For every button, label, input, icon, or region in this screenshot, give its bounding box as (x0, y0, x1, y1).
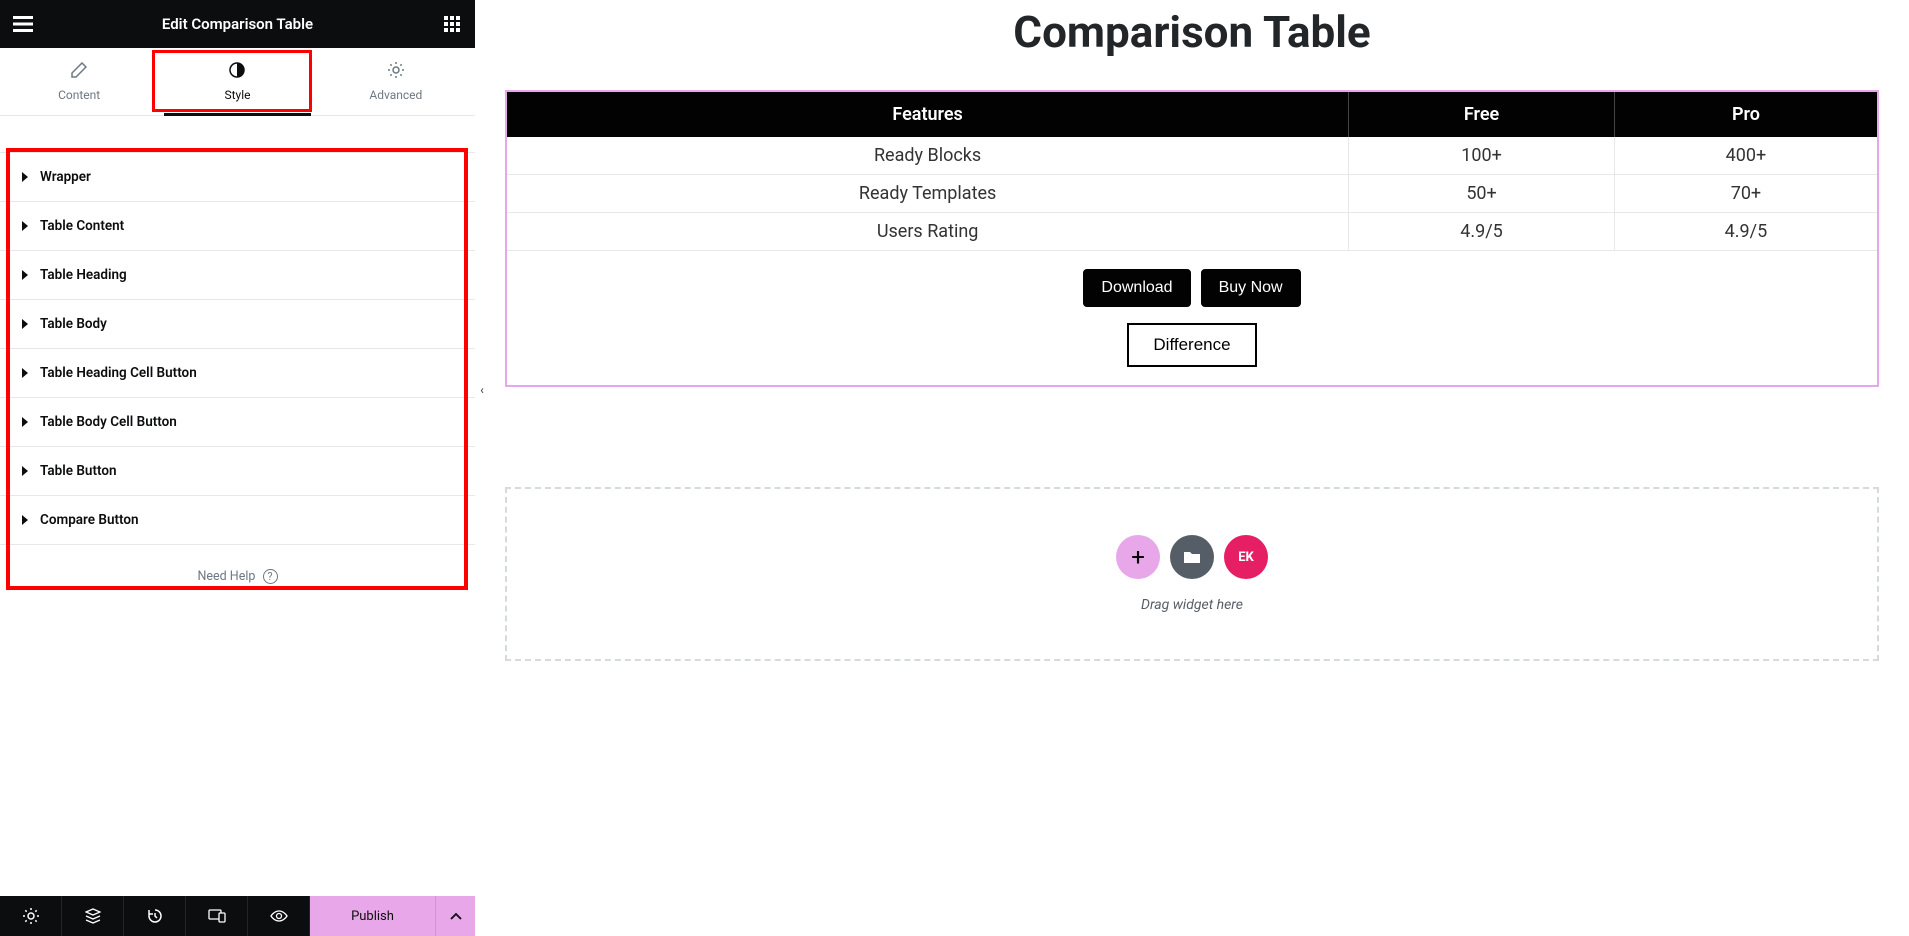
section-table-content[interactable]: Table Content (0, 202, 475, 251)
add-section-button[interactable]: + (1116, 535, 1160, 579)
responsive-button[interactable] (186, 896, 248, 936)
section-label: Table Heading (40, 267, 127, 283)
tab-style[interactable]: Style (158, 48, 316, 115)
section-label: Table Content (40, 218, 124, 234)
section-table-body[interactable]: Table Body (0, 300, 475, 349)
section-compare-button[interactable]: Compare Button (0, 496, 475, 545)
help-text: Need Help (197, 569, 255, 584)
cell-pro: 70+ (1614, 175, 1877, 213)
publish-button[interactable]: Publish (310, 896, 435, 936)
caret-right-icon (22, 270, 28, 280)
tab-advanced[interactable]: Advanced (317, 48, 475, 115)
table-row: Users Rating 4.9/5 4.9/5 (507, 213, 1877, 251)
buy-now-button[interactable]: Buy Now (1201, 269, 1301, 307)
cell-pro: 400+ (1614, 137, 1877, 175)
template-library-button[interactable] (1170, 535, 1214, 579)
sections-panel: Wrapper Table Content Table Heading Tabl… (0, 116, 475, 896)
caret-right-icon (22, 466, 28, 476)
cell-pro: 4.9/5 (1614, 213, 1877, 251)
section-label: Table Body Cell Button (40, 414, 177, 430)
section-table-body-cell-button[interactable]: Table Body Cell Button (0, 398, 475, 447)
section-label: Table Heading Cell Button (40, 365, 197, 381)
caret-right-icon (22, 319, 28, 329)
tab-label: Advanced (369, 88, 422, 102)
tab-label: Style (224, 88, 250, 102)
download-button[interactable]: Download (1083, 269, 1190, 307)
caret-right-icon (22, 368, 28, 378)
section-table-button[interactable]: Table Button (0, 447, 475, 496)
collapse-sidebar-button[interactable]: ‹ (475, 378, 489, 402)
th-pro: Pro (1614, 92, 1877, 137)
caret-right-icon (22, 417, 28, 427)
contrast-icon (158, 62, 316, 78)
section-table-heading-cell-button[interactable]: Table Heading Cell Button (0, 349, 475, 398)
cell-free: 4.9/5 (1349, 213, 1615, 251)
pencil-icon (0, 62, 158, 78)
navigator-button[interactable] (62, 896, 124, 936)
settings-button[interactable] (0, 896, 62, 936)
section-label: Compare Button (40, 512, 139, 528)
editor-tabs: Content Style Advanced (0, 48, 475, 116)
folder-icon (1183, 550, 1201, 564)
sidebar-title: Edit Comparison Table (34, 15, 441, 33)
drop-zone[interactable]: + EK Drag widget here (505, 487, 1879, 661)
preview-button[interactable] (248, 896, 310, 936)
table-row: Ready Blocks 100+ 400+ (507, 137, 1877, 175)
canvas-area: Comparison Table Features Free Pro Ready… (475, 0, 1909, 936)
cell-free: 50+ (1349, 175, 1615, 213)
history-button[interactable] (124, 896, 186, 936)
widgets-grid-icon[interactable] (441, 13, 463, 35)
section-label: Wrapper (40, 169, 91, 185)
cell-feature: Users Rating (507, 213, 1349, 251)
sidebar-bottombar: Publish (0, 896, 475, 936)
caret-right-icon (22, 515, 28, 525)
section-label: Table Body (40, 316, 107, 332)
difference-button[interactable]: Difference (1127, 323, 1256, 367)
comparison-table: Features Free Pro Ready Blocks 100+ 400+… (507, 92, 1877, 251)
ek-icon: EK (1238, 550, 1254, 565)
plus-icon: + (1131, 543, 1145, 571)
drop-zone-text: Drag widget here (507, 597, 1877, 613)
publish-options-button[interactable] (435, 896, 475, 936)
caret-right-icon (22, 221, 28, 231)
tab-label: Content (58, 88, 100, 102)
table-row: Ready Templates 50+ 70+ (507, 175, 1877, 213)
cell-feature: Ready Blocks (507, 137, 1349, 175)
need-help-link[interactable]: Need Help ? (0, 545, 475, 608)
table-header-row: Features Free Pro (507, 92, 1877, 137)
caret-right-icon (22, 172, 28, 182)
gear-icon (317, 62, 475, 78)
page-title: Comparison Table (505, 0, 1879, 90)
section-table-heading[interactable]: Table Heading (0, 251, 475, 300)
add-section-buttons: + EK (507, 535, 1877, 579)
comparison-table-widget[interactable]: Features Free Pro Ready Blocks 100+ 400+… (505, 90, 1879, 387)
ek-button[interactable]: EK (1224, 535, 1268, 579)
section-wrapper[interactable]: Wrapper (0, 152, 475, 202)
cell-free: 100+ (1349, 137, 1615, 175)
th-features: Features (507, 92, 1349, 137)
table-buttons-row: Download Buy Now (507, 251, 1877, 319)
cell-feature: Ready Templates (507, 175, 1349, 213)
menu-icon[interactable] (12, 13, 34, 35)
tab-content[interactable]: Content (0, 48, 158, 115)
help-icon: ? (263, 569, 278, 584)
sidebar-topbar: Edit Comparison Table (0, 0, 475, 48)
editor-sidebar: Edit Comparison Table Content Style (0, 0, 475, 936)
th-free: Free (1349, 92, 1615, 137)
section-label: Table Button (40, 463, 117, 479)
